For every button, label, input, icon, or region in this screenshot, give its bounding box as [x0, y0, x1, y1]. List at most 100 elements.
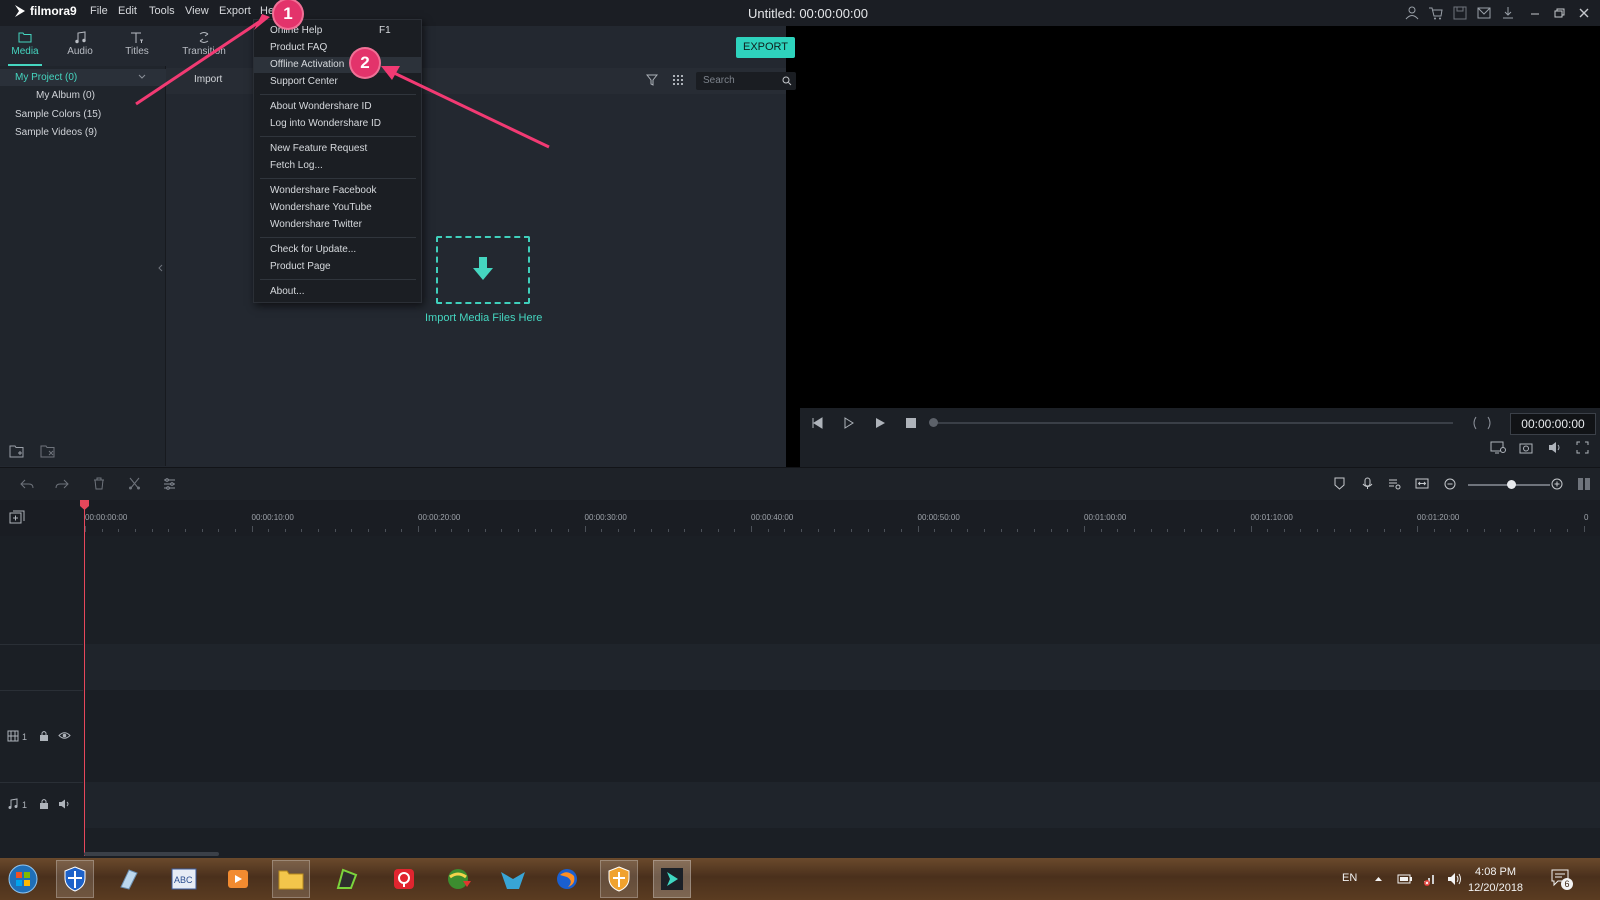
ruler-tick: [984, 529, 986, 532]
taskbar-app-media-player[interactable]: [219, 860, 257, 898]
taskbar-app-defender[interactable]: [56, 860, 94, 898]
playhead[interactable]: [84, 500, 85, 856]
collapse-panel-icon[interactable]: [158, 264, 163, 272]
filter-icon[interactable]: [646, 74, 658, 86]
adjust-icon[interactable]: [163, 478, 176, 490]
taskbar-app-security[interactable]: [600, 860, 638, 898]
track-divider: [0, 690, 83, 691]
network-disconnected-icon[interactable]: [1422, 871, 1438, 887]
import-media-hint[interactable]: Import Media Files Here: [425, 312, 542, 324]
menu-item-wondershare-facebook[interactable]: Wondershare Facebook: [254, 183, 421, 199]
taskbar-app-explorer[interactable]: [272, 860, 310, 898]
volume-icon[interactable]: [1447, 872, 1463, 886]
audio-track-lane[interactable]: [84, 782, 1600, 828]
taskbar-app-filmora[interactable]: [653, 860, 691, 898]
split-icon[interactable]: [128, 477, 141, 490]
zoom-out-icon[interactable]: [1444, 478, 1456, 490]
stop-icon[interactable]: [905, 417, 917, 429]
zoom-in-icon[interactable]: [1551, 478, 1563, 490]
lock-icon[interactable]: [39, 730, 49, 741]
save-icon[interactable]: [1452, 5, 1468, 21]
taskbar-app-screenshot[interactable]: [385, 860, 423, 898]
lock-icon[interactable]: [39, 798, 49, 809]
delete-folder-icon[interactable]: [40, 444, 56, 458]
battery-icon[interactable]: [1397, 873, 1413, 885]
ruler-tick: [917, 526, 919, 532]
ruler-tick: [1333, 529, 1335, 532]
show-hidden-icons-icon[interactable]: [1374, 876, 1383, 882]
ruler-label: 00:01:00:00: [1084, 513, 1127, 522]
ruler-tick: [934, 529, 936, 532]
add-track-icon[interactable]: [9, 510, 25, 524]
ruler-tick: [1550, 529, 1552, 532]
close-icon[interactable]: [1576, 5, 1592, 21]
language-indicator[interactable]: EN: [1342, 872, 1357, 884]
render-preview-icon[interactable]: [1490, 441, 1506, 454]
speaker-icon[interactable]: [58, 799, 71, 809]
mark-in-out-icon[interactable]: [1470, 416, 1494, 430]
start-button[interactable]: [4, 860, 42, 898]
ruler-tick: [1450, 529, 1452, 532]
ruler-label: 00:00:00:00: [85, 513, 128, 522]
action-center-button[interactable]: 6: [1551, 869, 1573, 890]
taskbar-app-xmind[interactable]: [494, 860, 532, 898]
taskbar-app-abc[interactable]: ABC: [165, 860, 203, 898]
restore-icon[interactable]: [1551, 5, 1567, 21]
redo-icon[interactable]: [55, 478, 69, 490]
ruler-tick: [501, 529, 503, 532]
menu-item-check-for-update[interactable]: Check for Update...: [254, 242, 421, 258]
fit-timeline-icon[interactable]: [1415, 477, 1429, 490]
menu-separator: [260, 279, 416, 280]
grid-view-icon[interactable]: [672, 74, 684, 86]
minimize-icon[interactable]: [1527, 5, 1543, 21]
mail-icon[interactable]: [1476, 5, 1492, 21]
video-track-lane[interactable]: [84, 690, 1600, 782]
new-folder-icon[interactable]: [9, 444, 25, 458]
menu-item-fetch-log[interactable]: Fetch Log...: [254, 158, 421, 174]
play-slow-icon[interactable]: [843, 417, 855, 429]
progress-track[interactable]: [933, 422, 1453, 424]
search-input[interactable]: Search: [696, 72, 796, 90]
system-clock[interactable]: 4:08 PM 12/20/2018: [1468, 864, 1523, 896]
taskbar-app-notes[interactable]: [110, 860, 148, 898]
ruler-label: 0: [1584, 513, 1589, 522]
fullscreen-icon[interactable]: [1576, 441, 1589, 454]
progress-handle[interactable]: [929, 418, 938, 427]
taskbar-app-camtasia[interactable]: [328, 860, 366, 898]
menu-item-wondershare-twitter[interactable]: Wondershare Twitter: [254, 217, 421, 233]
export-button[interactable]: EXPORT: [736, 37, 795, 58]
visibility-eye-icon[interactable]: [58, 731, 71, 740]
import-drop-zone[interactable]: [436, 236, 530, 304]
annotation-step-2: 2: [351, 49, 379, 77]
taskbar-app-download-manager[interactable]: [440, 860, 478, 898]
cart-icon[interactable]: [1428, 5, 1444, 21]
download-icon[interactable]: [1500, 5, 1516, 21]
zoom-slider-handle[interactable]: [1507, 480, 1516, 489]
timeline-scrollbar[interactable]: [84, 852, 219, 856]
previous-frame-icon[interactable]: [811, 417, 823, 429]
menu-item-product-page[interactable]: Product Page: [254, 259, 421, 275]
menu-item-about[interactable]: About...: [254, 284, 421, 300]
ruler-tick: [667, 529, 669, 532]
ruler-tick: [800, 529, 802, 532]
delete-icon[interactable]: [93, 477, 105, 490]
ruler-tick: [717, 529, 719, 532]
taskbar-app-firefox[interactable]: [548, 860, 586, 898]
volume-icon[interactable]: [1548, 441, 1562, 454]
snapshot-icon[interactable]: [1519, 441, 1533, 454]
play-icon[interactable]: [874, 417, 886, 429]
ruler-tick: [1400, 529, 1402, 532]
ruler-tick: [751, 526, 752, 532]
account-icon[interactable]: [1404, 5, 1420, 21]
ruler-tick: [85, 526, 86, 532]
track-layout-icon[interactable]: [1577, 477, 1591, 491]
ruler-tick: [184, 529, 186, 532]
undo-icon[interactable]: [20, 478, 34, 490]
marker-icon[interactable]: [1334, 477, 1345, 490]
microphone-icon[interactable]: [1362, 477, 1373, 490]
svg-text:ABC: ABC: [174, 875, 193, 885]
menu-item-wondershare-youtube[interactable]: Wondershare YouTube: [254, 200, 421, 216]
search-icon[interactable]: [782, 76, 792, 86]
audio-mixer-icon[interactable]: [1388, 477, 1401, 490]
ruler-tick: [1350, 529, 1352, 532]
